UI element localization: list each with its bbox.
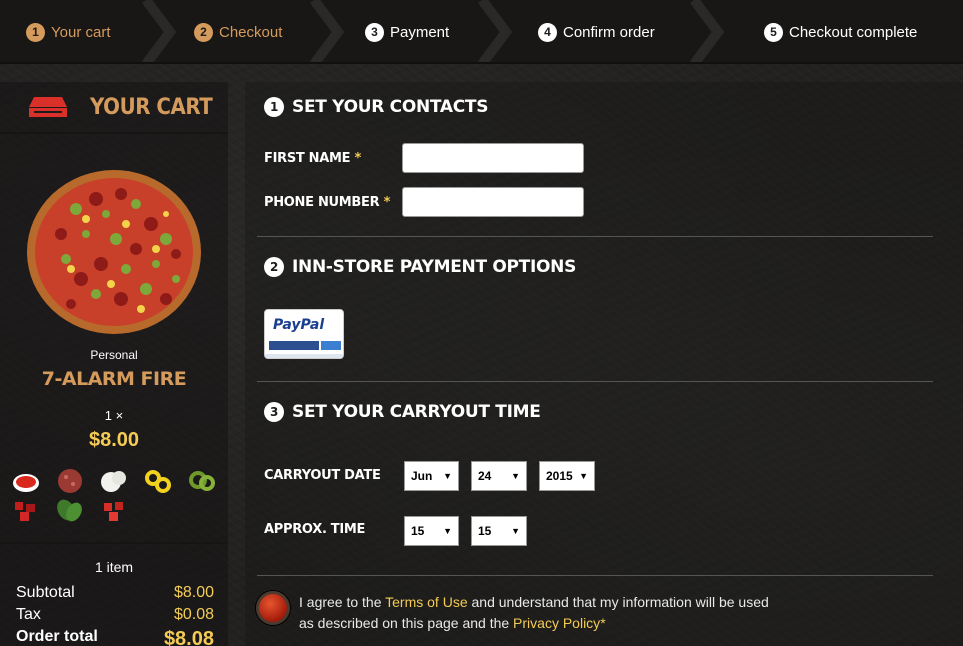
- carryout-section-title: 3 SET YOUR CARRYOUT TIME: [264, 402, 541, 422]
- mozzarella-icon: [101, 471, 126, 492]
- item-name: 7-ALARM FIRE: [41, 368, 187, 390]
- required-mark: *: [600, 615, 606, 631]
- minute-value: 15: [478, 524, 492, 538]
- agreement-text-part: I agree to the: [299, 594, 386, 610]
- approx-time-label: APPROX. TIME: [264, 522, 366, 537]
- step-number: 5: [764, 22, 783, 42]
- chevron-divider-icon: [142, 0, 177, 62]
- paypal-label: PayPal: [273, 317, 325, 333]
- step-number: 2: [194, 22, 213, 42]
- step-checkout[interactable]: 2 Checkout: [194, 0, 283, 62]
- tax-label: Tax: [16, 606, 41, 623]
- pepperoni-icon: [58, 469, 82, 493]
- tax-value: $0.08: [173, 606, 214, 623]
- chevron-divider-icon: [478, 0, 513, 62]
- total-label: Order total: [16, 628, 98, 645]
- required-mark: *: [354, 151, 361, 166]
- item-count: 1 item: [94, 559, 134, 575]
- year-select[interactable]: 2015 ▼: [539, 461, 595, 491]
- dropdown-arrow-icon: ▼: [579, 471, 588, 481]
- step-label: Payment: [390, 23, 450, 41]
- paypal-card-stripe-accent: [321, 341, 341, 350]
- section-divider: [257, 381, 933, 382]
- subtotal-row: Subtotal $8.00: [16, 584, 214, 602]
- year-value: 2015: [546, 469, 573, 483]
- pizza-box-icon: [29, 97, 67, 117]
- dropdown-arrow-icon: ▼: [511, 526, 520, 536]
- step-payment: 3 Payment: [365, 0, 450, 62]
- step-number: 1: [26, 22, 45, 42]
- cart-sidebar: YOUR CART Personal 7-ALARM FIRE 1 × $8.0…: [0, 82, 228, 646]
- step-number: 4: [538, 22, 557, 42]
- order-summary: 1 item Subtotal $8.00 Tax $0.08 Order to…: [0, 542, 228, 646]
- subtotal-label: Subtotal: [16, 584, 75, 601]
- subtotal-value: $8.00: [173, 584, 214, 601]
- section-divider: [257, 236, 933, 237]
- phone-label-text: PHONE NUMBER: [264, 195, 380, 210]
- month-select[interactable]: Jun ▼: [404, 461, 459, 491]
- jalapenos-icon: [189, 471, 215, 491]
- paypal-card-base: [265, 354, 343, 358]
- section-title: SET YOUR CARRYOUT TIME: [292, 402, 541, 422]
- spinach-icon: [57, 499, 82, 522]
- checkout-form: 1 SET YOUR CONTACTS FIRST NAME * PHONE N…: [245, 82, 963, 646]
- tax-row: Tax $0.08: [16, 606, 214, 624]
- step-label: Your cart: [51, 23, 111, 41]
- dropdown-arrow-icon: ▼: [443, 526, 452, 536]
- phone-number-label: PHONE NUMBER *: [264, 195, 390, 210]
- terms-of-use-link[interactable]: Terms of Use: [385, 594, 467, 610]
- first-name-label: FIRST NAME *: [264, 151, 361, 166]
- required-mark: *: [383, 195, 391, 210]
- contacts-section-title: 1 SET YOUR CONTACTS: [264, 97, 488, 117]
- cart-header: YOUR CART: [0, 82, 228, 134]
- payment-section-title: 2 INN-STORE PAYMENT OPTIONS: [264, 257, 576, 277]
- item-size: Personal: [90, 348, 138, 362]
- step-label: Checkout complete: [789, 23, 918, 41]
- agree-checkbox[interactable]: [256, 591, 290, 625]
- total-value: $8.08: [163, 628, 214, 646]
- tomatoes-icon: [104, 502, 123, 521]
- section-number: 2: [264, 257, 284, 277]
- paypal-button[interactable]: PayPal: [264, 309, 344, 359]
- step-label: Confirm order: [563, 23, 655, 41]
- hour-select[interactable]: 15 ▼: [404, 516, 459, 546]
- section-number: 1: [264, 97, 284, 117]
- first-name-input[interactable]: [402, 143, 584, 173]
- step-number: 3: [365, 22, 384, 42]
- chevron-divider-icon: [310, 0, 345, 62]
- day-select[interactable]: 24 ▼: [471, 461, 527, 491]
- carryout-date-label: CARRYOUT DATE: [264, 468, 381, 483]
- total-row: Order total $8.08: [16, 628, 214, 646]
- day-value: 24: [478, 469, 492, 483]
- pizza-image: [26, 169, 202, 335]
- privacy-policy-link[interactable]: Privacy Policy: [513, 615, 600, 631]
- banana-peppers-icon: [145, 470, 171, 493]
- phone-number-input[interactable]: [402, 187, 584, 217]
- step-label: Checkout: [219, 23, 283, 41]
- section-title: INN-STORE PAYMENT OPTIONS: [292, 257, 577, 277]
- section-title: SET YOUR CONTACTS: [292, 97, 489, 117]
- item-quantity: 1 ×: [104, 408, 124, 423]
- red-peppers-icon: [15, 502, 35, 521]
- pizza-icon: [27, 170, 201, 334]
- agreement-text: I agree to the Terms of Use and understa…: [299, 592, 779, 634]
- paypal-card-stripe: [269, 341, 319, 350]
- first-name-label-text: FIRST NAME: [264, 151, 351, 166]
- section-divider: [257, 575, 933, 576]
- section-number: 3: [264, 402, 284, 422]
- hour-value: 15: [411, 524, 425, 538]
- step-checkout-complete: 5 Checkout complete: [764, 0, 918, 62]
- month-value: Jun: [411, 469, 433, 483]
- tomato-sauce-icon: [13, 474, 39, 492]
- step-your-cart[interactable]: 1 Your cart: [26, 0, 111, 62]
- dropdown-arrow-icon: ▼: [511, 471, 520, 481]
- chevron-divider-icon: [690, 0, 725, 62]
- step-confirm-order: 4 Confirm order: [538, 0, 655, 62]
- checkout-steps: 1 Your cart 2 Checkout 3 Payment 4 Confi…: [0, 0, 963, 64]
- dropdown-arrow-icon: ▼: [443, 471, 452, 481]
- minute-select[interactable]: 15 ▼: [471, 516, 527, 546]
- item-price: $8.00: [88, 429, 140, 451]
- cart-title: YOUR CART: [90, 94, 213, 120]
